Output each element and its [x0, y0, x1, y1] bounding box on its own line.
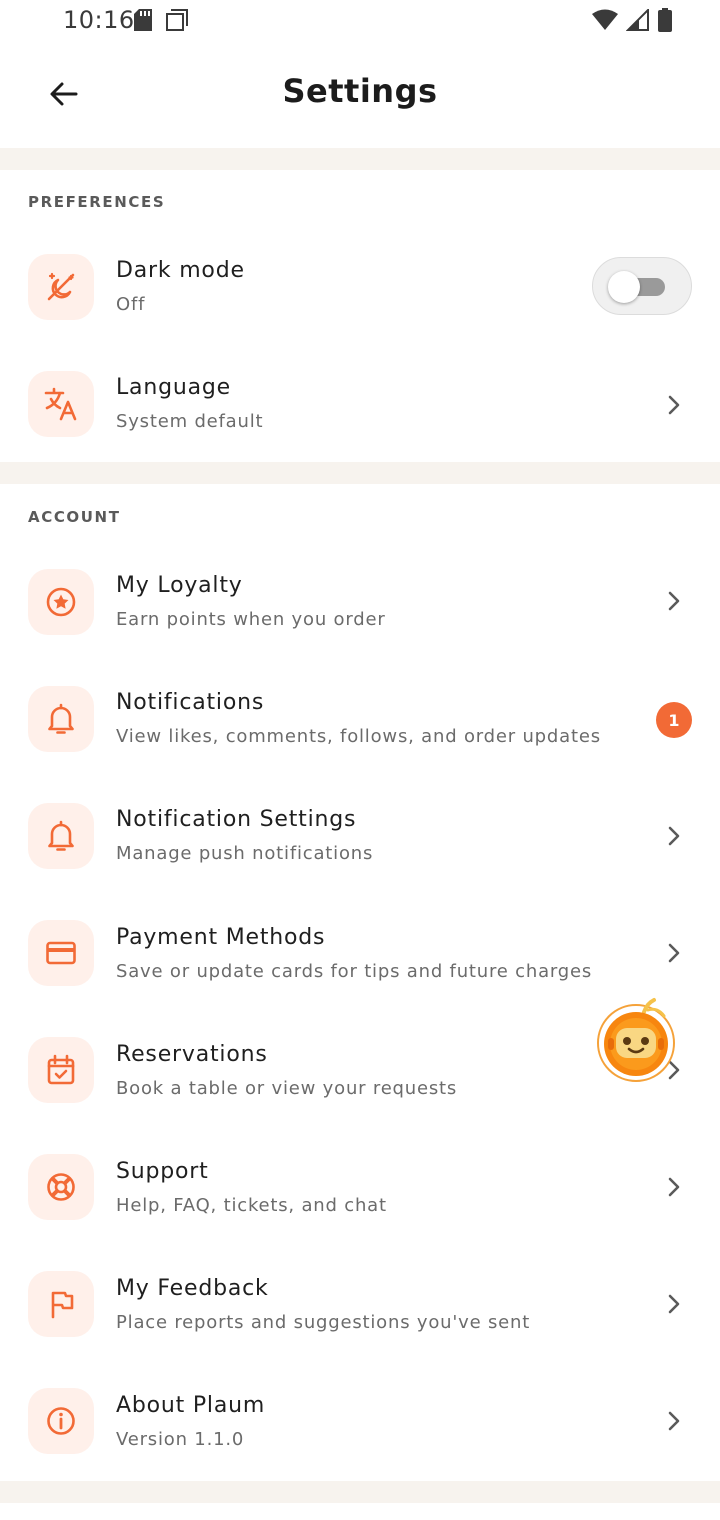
sd-card-icon — [134, 9, 152, 35]
row-title: Payment Methods — [116, 925, 326, 950]
battery-icon — [658, 8, 672, 36]
dark-mode-icon — [28, 254, 94, 320]
row-title: Support — [116, 1159, 209, 1184]
info-icon — [28, 1388, 94, 1454]
page-title: Settings — [282, 72, 438, 110]
row-subtitle: Version 1.1.0 — [116, 1429, 245, 1450]
toggle-thumb — [608, 271, 640, 303]
row-subtitle: Earn points when you order — [116, 609, 386, 630]
translate-icon — [28, 371, 94, 437]
section-divider — [0, 148, 720, 170]
row-about[interactable]: About Plaum Version 1.1.0 — [0, 1362, 720, 1479]
flag-icon — [28, 1271, 94, 1337]
status-left-icons — [134, 9, 188, 35]
star-circle-icon — [28, 569, 94, 635]
chevron-right-icon — [664, 1177, 684, 1197]
row-subtitle: Save or update cards for tips and future… — [116, 961, 593, 982]
wifi-icon — [592, 9, 618, 35]
row-subtitle: System default — [116, 411, 264, 432]
chevron-right-icon — [664, 943, 684, 963]
status-right-icons — [592, 7, 672, 36]
calendar-check-icon — [28, 1037, 94, 1103]
notification-count-badge: 1 — [656, 702, 692, 738]
row-my-feedback[interactable]: My Feedback Place reports and suggestion… — [0, 1245, 720, 1362]
chevron-right-icon — [664, 826, 684, 846]
floating-assistant-button[interactable] — [596, 996, 680, 1086]
row-subtitle: Help, FAQ, tickets, and chat — [116, 1195, 387, 1216]
chevron-right-icon — [664, 1294, 684, 1314]
cell-signal-icon — [625, 7, 650, 35]
row-title: Notification Settings — [116, 807, 357, 832]
section-header-account: ACCOUNT — [28, 508, 121, 526]
chevron-right-icon — [664, 1411, 684, 1431]
section-header-preferences: PREFERENCES — [28, 193, 166, 211]
bell-icon — [28, 686, 94, 752]
row-title: Reservations — [116, 1042, 268, 1067]
row-title: Notifications — [116, 690, 265, 715]
row-title: Language — [116, 375, 231, 400]
row-notification-settings[interactable]: Notification Settings Manage push notifi… — [0, 777, 720, 894]
row-subtitle: Book a table or view your requests — [116, 1078, 458, 1099]
row-language[interactable]: Language System default — [0, 345, 720, 462]
screenshot-icon — [166, 9, 188, 35]
status-time: 10:16 — [63, 6, 135, 34]
row-subtitle: Manage push notifications — [116, 843, 374, 864]
status-bar: 10:16 — [0, 0, 720, 44]
credit-card-icon — [28, 920, 94, 986]
app-bar: Settings — [0, 44, 720, 148]
dark-mode-toggle[interactable] — [592, 257, 692, 315]
lifebuoy-icon — [28, 1154, 94, 1220]
row-payment-methods[interactable]: Payment Methods Save or update cards for… — [0, 894, 720, 1011]
row-my-loyalty[interactable]: My Loyalty Earn points when you order — [0, 543, 720, 660]
chevron-right-icon — [664, 591, 684, 611]
row-title: My Feedback — [116, 1276, 269, 1301]
row-title: My Loyalty — [116, 573, 243, 598]
bell-icon — [28, 803, 94, 869]
section-divider — [0, 1481, 720, 1503]
row-subtitle: Off — [116, 294, 146, 315]
chevron-right-icon — [664, 395, 684, 415]
row-support[interactable]: Support Help, FAQ, tickets, and chat — [0, 1128, 720, 1245]
section-divider — [0, 462, 720, 484]
row-subtitle: Place reports and suggestions you've sen… — [116, 1312, 531, 1333]
row-title: Dark mode — [116, 258, 245, 283]
robot-mascot-icon — [596, 998, 680, 1090]
row-dark-mode[interactable]: Dark mode Off — [0, 228, 720, 345]
row-notifications[interactable]: Notifications View likes, comments, foll… — [0, 660, 720, 777]
row-title: About Plaum — [116, 1393, 266, 1418]
row-subtitle: View likes, comments, follows, and order… — [116, 726, 601, 747]
